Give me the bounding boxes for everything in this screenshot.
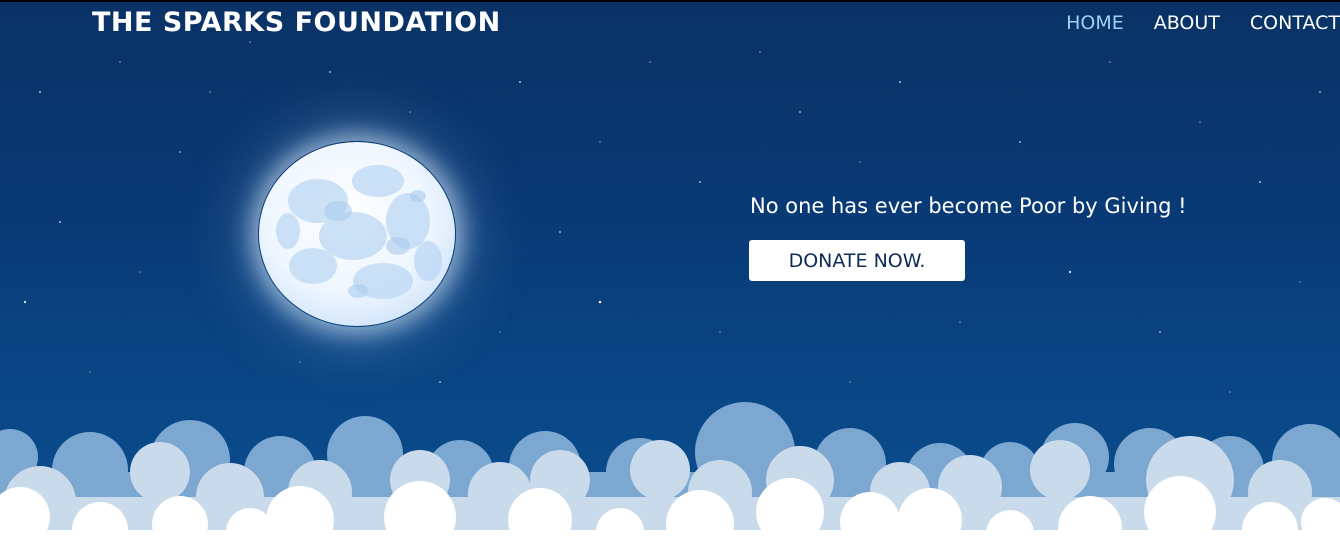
brand-title: THE SPARKS FOUNDATION bbox=[92, 7, 501, 38]
clouds-decoration bbox=[0, 402, 1340, 541]
nav-contact-link[interactable]: CONTACT bbox=[1250, 12, 1340, 34]
hero-section: THE SPARKS FOUNDATION HOME ABOUT CONTACT… bbox=[0, 0, 1340, 541]
main-nav: HOME ABOUT CONTACT bbox=[1036, 12, 1340, 34]
hero-tagline: No one has ever become Poor by Giving ! bbox=[750, 194, 1187, 218]
nav-home-link[interactable]: HOME bbox=[1066, 12, 1124, 34]
donate-button[interactable]: DONATE NOW. bbox=[749, 240, 965, 281]
nav-about-link[interactable]: ABOUT bbox=[1154, 12, 1220, 34]
